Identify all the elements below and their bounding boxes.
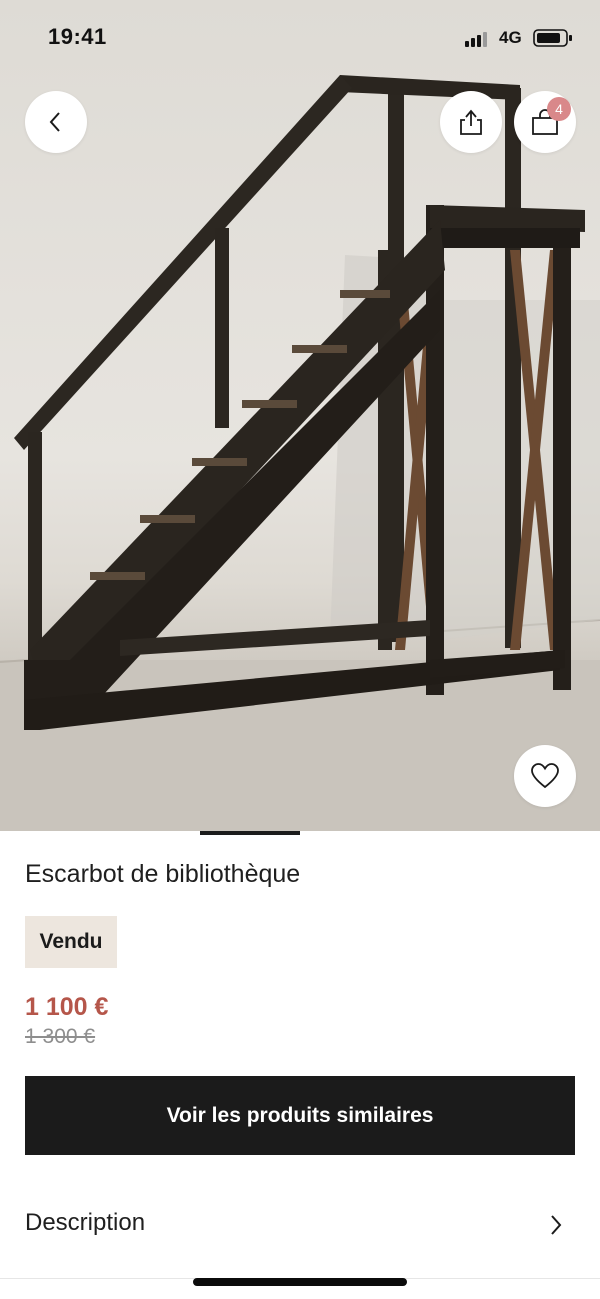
status-badge: Vendu [25, 916, 117, 968]
signal-icon [465, 32, 487, 47]
product-image-carousel[interactable]: 19:41 4G 4 [0, 0, 600, 831]
favorite-button[interactable] [514, 745, 576, 807]
carousel-indicator [200, 831, 300, 835]
similar-products-button[interactable]: Voir les produits similaires [25, 1076, 575, 1155]
price-current: 1 100 € [25, 993, 109, 1021]
product-title: Escarbot de bibliothèque [25, 860, 301, 888]
chevron-right-icon [551, 1215, 562, 1235]
share-button[interactable] [440, 91, 502, 153]
description-row[interactable]: Description [0, 1180, 600, 1268]
status-time: 19:41 [48, 24, 107, 49]
product-photo [0, 75, 600, 831]
heart-icon [531, 763, 559, 789]
price-original: 1 300 € [25, 1025, 96, 1048]
back-button[interactable] [25, 91, 87, 153]
share-icon [460, 109, 482, 135]
battery-icon [533, 29, 572, 47]
home-indicator[interactable] [193, 1278, 407, 1286]
network-label: 4G [499, 28, 522, 47]
description-label: Description [25, 1209, 146, 1236]
cart-badge: 4 [547, 97, 571, 121]
chevron-left-icon [49, 112, 60, 132]
status-bar: 19:41 4G [0, 0, 600, 76]
